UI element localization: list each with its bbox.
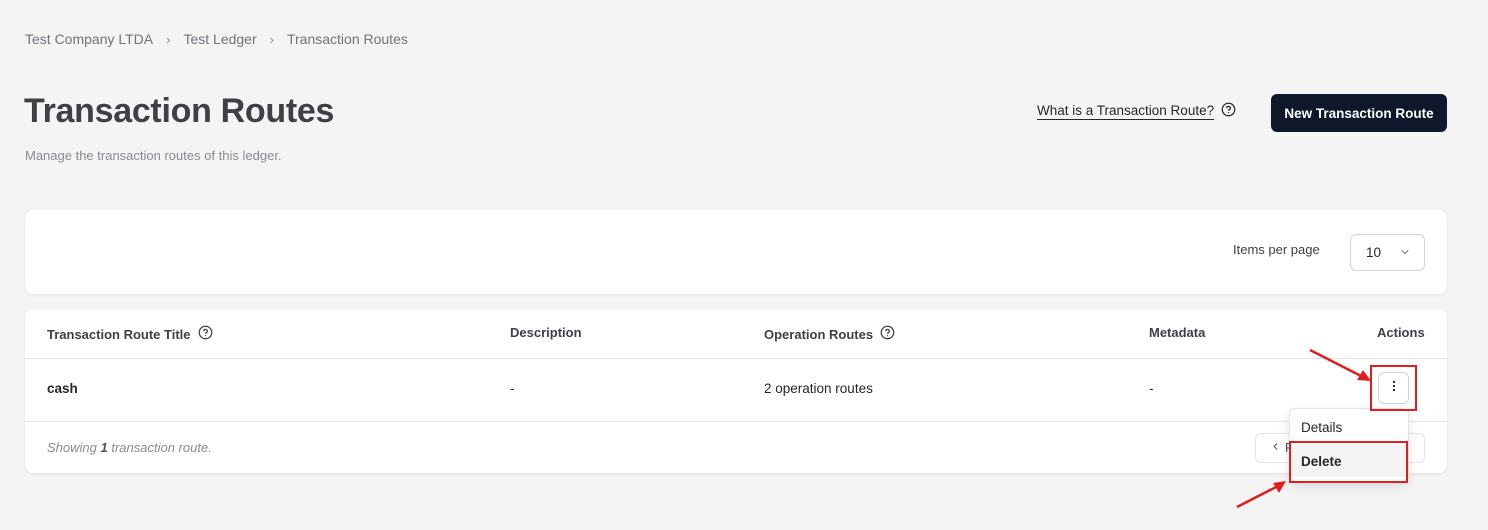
breadcrumb: Test Company LTDA › Test Ledger › Transa… xyxy=(25,31,408,47)
annotation-highlight-actions-button xyxy=(1370,365,1417,411)
annotation-highlight-delete xyxy=(1289,441,1408,483)
footer-suffix: transaction route. xyxy=(111,440,212,455)
chevron-left-icon xyxy=(1270,441,1281,455)
column-header-metadata: Metadata xyxy=(1149,325,1206,340)
breadcrumb-company[interactable]: Test Company LTDA xyxy=(25,31,153,47)
new-transaction-route-button[interactable]: New Transaction Route xyxy=(1271,94,1447,132)
items-per-page-label: Items per page xyxy=(1233,242,1320,257)
header-divider xyxy=(25,358,1447,359)
chevron-right-icon: › xyxy=(166,31,171,47)
table-footer-count: Showing 1 transaction route. xyxy=(47,440,212,455)
red-arrow-annotation xyxy=(1236,481,1286,509)
row-description: - xyxy=(510,381,515,396)
chevron-right-icon: › xyxy=(269,31,274,47)
help-circle-icon[interactable] xyxy=(198,325,213,343)
column-header-description: Description xyxy=(510,325,582,340)
chevron-down-icon xyxy=(1399,246,1411,261)
breadcrumb-ledger[interactable]: Test Ledger xyxy=(183,31,256,47)
row-metadata: - xyxy=(1149,381,1154,396)
column-header-title-label: Transaction Route Title xyxy=(47,326,191,342)
column-header-operation-routes: Operation Routes xyxy=(764,325,895,343)
red-arrow-annotation xyxy=(1309,348,1371,381)
row-title: cash xyxy=(47,381,78,396)
help-link-label[interactable]: What is a Transaction Route? xyxy=(1037,103,1215,120)
footer-prefix: Showing xyxy=(47,440,97,455)
help-link[interactable]: What is a Transaction Route? xyxy=(1037,102,1236,120)
row-operation-routes: 2 operation routes xyxy=(764,381,873,396)
page-title: Transaction Routes xyxy=(24,92,335,130)
breadcrumb-current: Transaction Routes xyxy=(286,31,408,47)
column-header-actions: Actions xyxy=(1377,325,1425,340)
page-subtitle: Manage the transaction routes of this le… xyxy=(25,148,282,163)
column-header-operation-routes-label: Operation Routes xyxy=(764,326,874,342)
transaction-routes-table: Transaction Route Title Description Oper… xyxy=(25,309,1447,473)
items-per-page-select[interactable]: 10 xyxy=(1350,234,1425,271)
footer-count: 1 xyxy=(100,440,108,455)
filter-card: Items per page 10 xyxy=(25,210,1447,294)
menu-item-details[interactable]: Details xyxy=(1290,411,1408,443)
column-header-title: Transaction Route Title xyxy=(47,325,213,343)
help-circle-icon xyxy=(1221,102,1236,120)
items-per-page-value: 10 xyxy=(1366,245,1382,260)
row-divider xyxy=(25,421,1447,422)
help-circle-icon[interactable] xyxy=(880,325,895,343)
